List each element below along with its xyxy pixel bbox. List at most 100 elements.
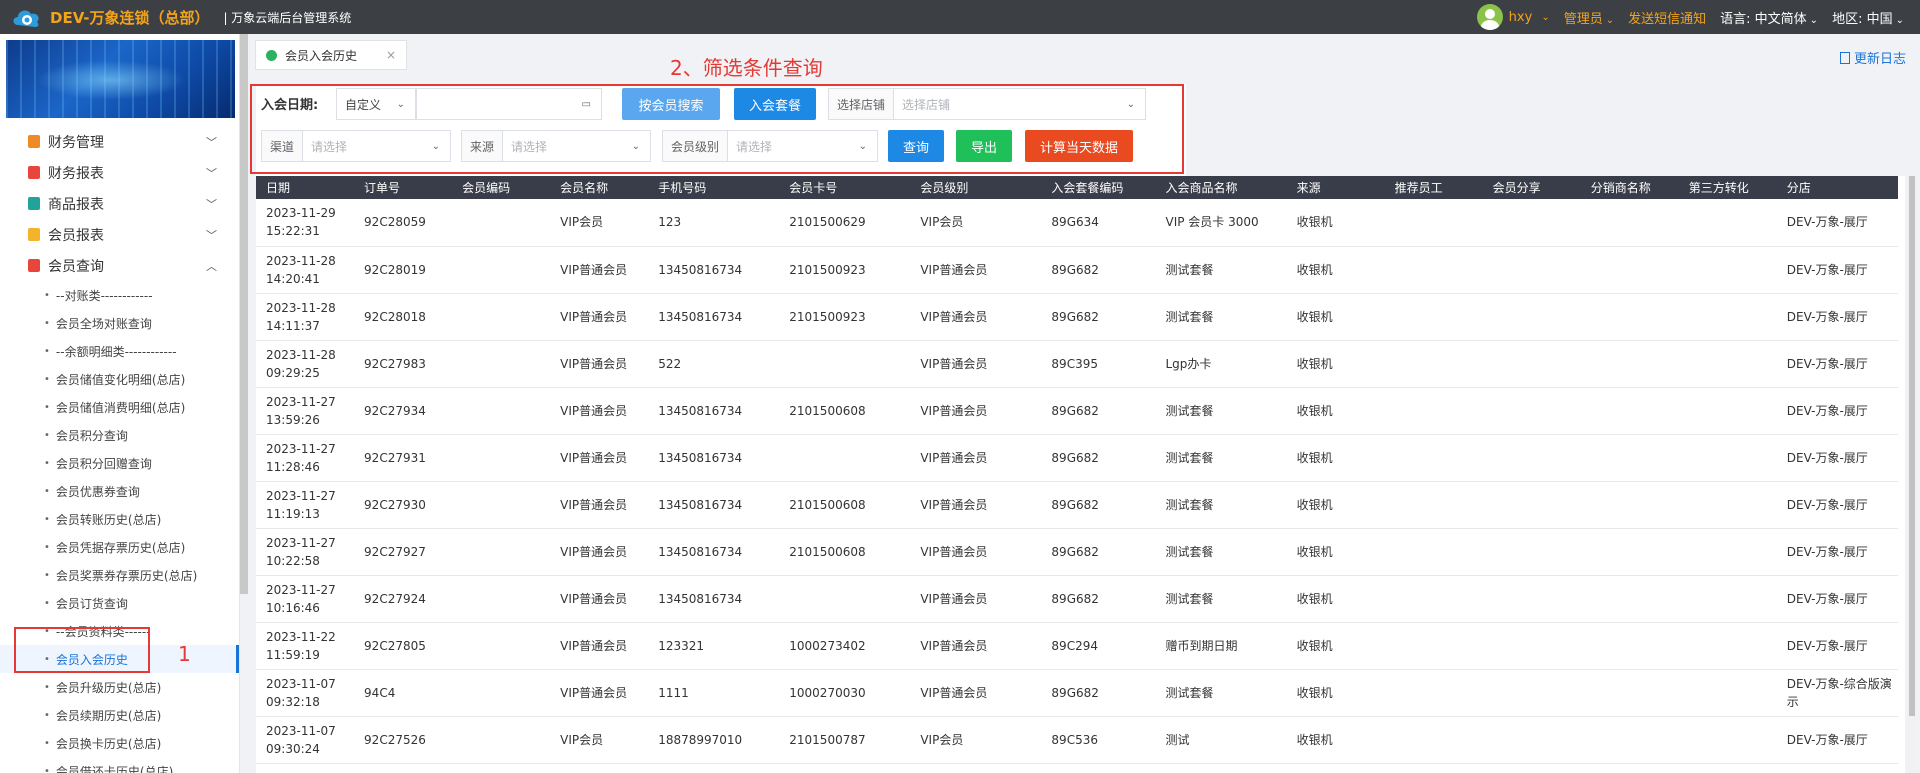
column-header[interactable]: 订单号	[354, 176, 452, 199]
table-row[interactable]: 2023-11-27 10:16:46 92C27924 VIP普通会员 134508…	[256, 575, 1898, 623]
table-row[interactable]: 2023-11-27 13:59:26 92C27934 VIP普通会员 134508…	[256, 387, 1898, 435]
table-cell: 收银机	[1286, 528, 1385, 576]
table-row[interactable]: 2023-11-27 10:22:58 92C27927 VIP普通会员 134508…	[256, 528, 1898, 576]
sidebar-group-4[interactable]: 会员查询 ︿	[0, 250, 239, 281]
table-cell: DEV-万象-展厅	[1776, 716, 1898, 764]
region-selector[interactable]: 地区: 中国 ⌄	[1832, 8, 1904, 27]
table-header-row: 日期 订单号 会员编码 会员名称 手机号码 会员卡号 会员级别 入会套餐编码 入会商品名称 来源推…	[256, 176, 1898, 199]
language-selector[interactable]: 语言: 中文简体 ⌄	[1720, 8, 1818, 27]
sidebar-item[interactable]: 会员订货查询	[0, 589, 239, 617]
table-cell: DEV-万象-展厅	[1776, 481, 1898, 529]
table-cell: VIP普通会员	[910, 293, 1042, 341]
chevron-down-icon: ﹀	[206, 228, 217, 242]
sidebar-item[interactable]: 会员升级历史(总店)	[0, 673, 239, 701]
sidebar-item[interactable]: 会员积分回赠查询	[0, 449, 239, 477]
sidebar-item[interactable]: 会员全场对账查询	[0, 309, 239, 337]
column-header[interactable]: 日期	[256, 176, 354, 199]
sidebar-group-2[interactable]: 商品报表 ﹀	[0, 188, 239, 219]
table-cell	[452, 481, 551, 529]
table-cell	[1482, 622, 1581, 670]
user-menu[interactable]: hxy ⌄	[1476, 4, 1550, 30]
sidebar-group-3[interactable]: 会员报表 ﹀	[0, 219, 239, 250]
table-cell	[452, 528, 551, 576]
sidebar-item[interactable]: --余额明细类------------	[0, 337, 239, 365]
update-log-link[interactable]: 更新日志	[1839, 48, 1906, 67]
column-header[interactable]: 推荐员工	[1385, 176, 1483, 199]
table-cell: 收银机	[1286, 340, 1385, 388]
table-cell: 2023-11-27 11:28:46	[256, 434, 355, 482]
table-row[interactable]: 2023-11-28 09:29:25 92C27983 VIP普通会员 522 VIP…	[256, 340, 1898, 388]
sidebar-group-1[interactable]: 财务报表 ﹀	[0, 157, 239, 188]
role-menu[interactable]: 管理员 ⌄	[1564, 8, 1614, 27]
table-cell: VIP普通会员	[910, 575, 1042, 623]
sidebar-item[interactable]: 会员续期历史(总店)	[0, 701, 239, 729]
tab-member-join-history[interactable]: 会员入会历史 ×	[255, 40, 407, 70]
table-scrollbar[interactable]	[1907, 176, 1917, 773]
table-row[interactable]: 2023-11-28 14:11:37 92C28018 VIP普通会员 134508…	[256, 293, 1898, 341]
table-cell: 92C27931	[354, 434, 453, 482]
table-cell	[1678, 387, 1777, 435]
sidebar-item[interactable]: 会员积分查询	[0, 421, 239, 449]
sidebar-scrollbar[interactable]	[240, 34, 248, 594]
sidebar-item[interactable]: 会员奖票券存票历史(总店)	[0, 561, 239, 589]
table-row[interactable]: 2023-11-07 09:30:24 92C27526 VIP会员 18878997…	[256, 716, 1898, 764]
table-cell: 收银机	[1286, 387, 1385, 435]
column-header[interactable]: 分销商名称	[1581, 176, 1679, 199]
table-cell: VIP普通会员	[910, 669, 1042, 717]
table-cell: VIP普通会员	[550, 340, 649, 388]
column-header[interactable]: 会员分享	[1483, 176, 1581, 199]
table-cell: 收银机	[1286, 293, 1385, 341]
table-cell	[452, 340, 551, 388]
table-row[interactable]: 2023-11-07 09:32:18 94C4 VIP普通会员 1111 100027…	[256, 669, 1898, 717]
table-cell	[779, 434, 911, 482]
table-cell	[452, 575, 551, 623]
table-row[interactable]: 2023-11-27 11:28:46 92C27931 VIP普通会员 134508…	[256, 434, 1898, 482]
table-cell	[452, 434, 551, 482]
column-header[interactable]: 来源	[1287, 176, 1385, 199]
table-cell: DEV-万象-展厅	[1776, 434, 1898, 482]
table-cell: VIP普通会员	[910, 622, 1042, 670]
table-cell: 92C27930	[354, 481, 453, 529]
column-header[interactable]: 第三方转化	[1679, 176, 1777, 199]
table-cell	[1580, 575, 1679, 623]
table-cell: 收银机	[1286, 575, 1385, 623]
table-cell: 2101500608	[779, 528, 911, 576]
table-cell: DEV-万象-展厅	[1776, 528, 1898, 576]
send-sms-link[interactable]: 发送短信通知	[1628, 8, 1706, 27]
table-cell: 92C27924	[354, 575, 453, 623]
table-cell: 赠币到期日期	[1155, 622, 1287, 670]
sidebar-item[interactable]: 会员凭据存票历史(总店)	[0, 533, 239, 561]
table-cell: VIP会员	[910, 716, 1042, 764]
table-row[interactable]: 2023-11-29 15:22:31 92C28059 VIP会员 123 21015…	[256, 199, 1898, 247]
table-row[interactable]: 2023-11-28 14:20:41 92C28019 VIP普通会员 134508…	[256, 246, 1898, 294]
sidebar-item[interactable]: --对账类------------	[0, 281, 239, 309]
column-header[interactable]: 会员卡号	[779, 176, 910, 199]
table-row[interactable]: 2023-11-27 11:19:13 92C27930 VIP普通会员 134508…	[256, 481, 1898, 529]
table-cell	[1482, 669, 1581, 717]
column-header[interactable]: 手机号码	[648, 176, 779, 199]
table-cell	[1384, 716, 1483, 764]
table-cell	[452, 387, 551, 435]
column-header[interactable]: 会员编码	[452, 176, 550, 199]
close-icon[interactable]: ×	[386, 48, 396, 62]
column-header[interactable]: 会员名称	[550, 176, 648, 199]
table-cell: VIP普通会员	[550, 528, 649, 576]
table-cell: VIP会员	[550, 199, 649, 247]
column-header[interactable]: 会员级别	[910, 176, 1041, 199]
sidebar-item[interactable]: 会员储值消费明细(总店)	[0, 393, 239, 421]
sidebar-item[interactable]: 会员储值变化明细(总店)	[0, 365, 239, 393]
table-cell: 123321	[648, 622, 780, 670]
column-header[interactable]: 入会套餐编码	[1041, 176, 1155, 199]
sidebar-item[interactable]: 会员借还卡历史(总店)	[0, 757, 239, 773]
column-header[interactable]: 分店	[1777, 176, 1898, 199]
table-cell: 13450816734	[648, 434, 780, 482]
sidebar-item[interactable]: 会员换卡历史(总店)	[0, 729, 239, 757]
table-cell	[1580, 622, 1679, 670]
sidebar-item[interactable]: 会员优惠券查询	[0, 477, 239, 505]
sidebar-item[interactable]: 会员转账历史(总店)	[0, 505, 239, 533]
column-header[interactable]: 入会商品名称	[1155, 176, 1286, 199]
sidebar-group-0[interactable]: 财务管理 ﹀	[0, 126, 239, 157]
table-row[interactable]: 2023-11-22 11:59:19 92C27805 VIP普通会员 123321…	[256, 622, 1898, 670]
table-cell: 13450816734	[648, 575, 780, 623]
cloud-logo-icon	[13, 10, 39, 28]
